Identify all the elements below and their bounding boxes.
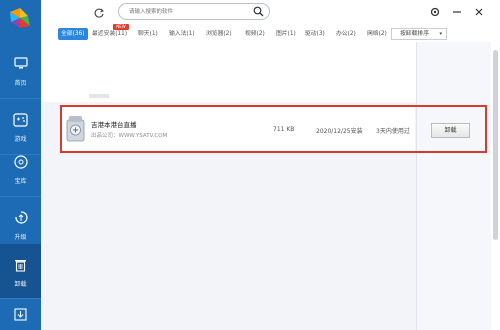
- tab-chat[interactable]: 聊天(1): [138, 28, 158, 40]
- upgrade-icon: [11, 208, 31, 228]
- nav-uninstall-label: 卸载: [14, 280, 27, 288]
- refresh-icon[interactable]: [93, 7, 105, 19]
- monitor-icon: [11, 54, 31, 74]
- nav-download[interactable]: [0, 298, 41, 330]
- tab-browser[interactable]: 浏览器(2): [206, 28, 232, 40]
- tab-office[interactable]: 办公(2): [336, 28, 356, 40]
- download-icon: [11, 304, 31, 324]
- tab-drivers[interactable]: 驱动(3): [305, 28, 325, 40]
- trash-icon: [11, 255, 31, 275]
- nav-home-label: 首页: [14, 79, 27, 87]
- app-install-date: 2020/12/25安装: [316, 128, 363, 135]
- app-size: 711 KB: [273, 126, 295, 133]
- disc-icon: [11, 152, 31, 172]
- app-icon: [66, 116, 85, 142]
- search-input[interactable]: [129, 6, 257, 18]
- nav-upgrade-label: 升级: [14, 233, 27, 241]
- settings-icon[interactable]: [429, 6, 441, 18]
- app-list: 吉港本港台直播 出品公司：WWW.YSATV.COM 711 KB 2020/1…: [41, 42, 416, 330]
- gamepad-icon: [11, 110, 31, 130]
- chevron-down-icon: ▾: [439, 31, 442, 37]
- sort-dropdown[interactable]: 按卸载排序 ▾: [391, 28, 447, 40]
- tab-scroll-right-icon[interactable]: ›: [369, 29, 372, 37]
- uninstall-button[interactable]: 卸载: [431, 123, 470, 138]
- app-usage: 3天内使用过: [376, 128, 410, 135]
- tab-images[interactable]: 图片(1): [276, 28, 296, 40]
- app-logo-icon: [10, 8, 30, 28]
- tab-input-method[interactable]: 输入法(1): [169, 28, 195, 40]
- app-name: 吉港本港台直播: [91, 121, 137, 129]
- list-item: [41, 42, 416, 102]
- nav-treasury[interactable]: 宝库: [0, 140, 41, 196]
- sort-dropdown-label: 按卸载排序: [400, 31, 429, 37]
- tab-video[interactable]: 视频(2): [245, 28, 265, 40]
- search-box[interactable]: [118, 3, 270, 20]
- nav-uninstall[interactable]: 卸载: [0, 244, 41, 298]
- app-publisher: 出品公司：WWW.YSATV.COM: [91, 133, 168, 139]
- sidebar: 首页 游戏 宝库 升级 卸载: [0, 0, 41, 330]
- nav-home[interactable]: 首页: [0, 42, 41, 98]
- right-panel: [416, 42, 491, 330]
- close-icon[interactable]: [473, 6, 485, 18]
- tab-all[interactable]: 全部(36): [58, 28, 88, 40]
- search-icon[interactable]: [253, 6, 264, 17]
- scrollbar[interactable]: [491, 42, 500, 330]
- new-badge: NEW: [113, 24, 129, 30]
- top-bar: [41, 0, 500, 26]
- minimize-icon[interactable]: [451, 6, 463, 18]
- scrollbar-thumb[interactable]: [493, 50, 498, 240]
- content-area: 吉港本港台直播 出品公司：WWW.YSATV.COM 711 KB 2020/1…: [41, 42, 491, 330]
- app-list-item[interactable]: 吉港本港台直播 出品公司：WWW.YSATV.COM 711 KB 2020/1…: [62, 106, 415, 151]
- list-item-text: [89, 94, 109, 98]
- nav-treasury-label: 宝库: [14, 177, 27, 185]
